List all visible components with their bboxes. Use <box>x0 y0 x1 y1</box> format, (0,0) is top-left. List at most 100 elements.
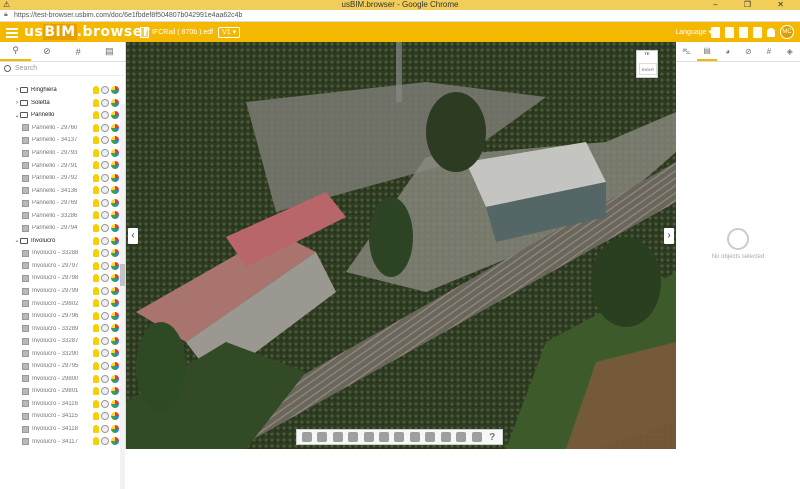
color-icon[interactable] <box>111 437 119 446</box>
color-icon[interactable] <box>111 236 119 245</box>
tree-item[interactable]: Involucro - 29795 <box>0 360 120 373</box>
avatar[interactable]: MC <box>780 25 794 39</box>
layers-icon[interactable] <box>711 26 720 38</box>
tab-model[interactable]: ⛍ <box>676 42 697 61</box>
visibility-icon[interactable] <box>101 261 109 270</box>
color-icon[interactable] <box>111 274 119 283</box>
color-icon[interactable] <box>111 336 119 345</box>
lightbulb-icon[interactable] <box>93 362 99 371</box>
tree-item[interactable]: Involucro - 34115 <box>0 410 120 423</box>
window-controls[interactable]: – ❐ ✕ <box>713 0 796 9</box>
lightbulb-icon[interactable] <box>93 86 99 94</box>
tree-item[interactable]: Involucro - 29802 <box>0 297 120 310</box>
documents-icon[interactable] <box>725 26 734 38</box>
tree-item[interactable]: Involucro - 33290 <box>0 347 120 360</box>
tree-item[interactable]: Involucro - 29797 <box>0 260 120 273</box>
tree-item[interactable]: Involucro - 29796 <box>0 310 120 323</box>
visibility-icon[interactable] <box>101 186 109 195</box>
tree-item[interactable]: Involucro - 34116 <box>0 398 120 411</box>
explode-icon[interactable] <box>363 432 374 442</box>
visibility-icon[interactable] <box>101 249 109 258</box>
lightbulb-icon[interactable] <box>93 236 99 245</box>
lightbulb-icon[interactable] <box>93 412 99 421</box>
visibility-icon[interactable] <box>101 324 109 333</box>
notifications-icon[interactable] <box>767 27 775 37</box>
lightbulb-icon[interactable] <box>93 211 99 220</box>
fullscreen-icon[interactable] <box>471 432 482 442</box>
lightbulb-icon[interactable] <box>93 336 99 345</box>
lightbulb-icon[interactable] <box>93 173 99 182</box>
lightbulb-icon[interactable] <box>93 324 99 333</box>
visibility-icon[interactable] <box>101 412 109 421</box>
menu-icon[interactable] <box>6 26 18 38</box>
version-select[interactable]: V1 ▾ <box>218 27 241 38</box>
color-icon[interactable] <box>111 249 119 258</box>
copy-icon[interactable] <box>440 432 451 442</box>
lightbulb-icon[interactable] <box>93 261 99 270</box>
3d-viewer[interactable]: ‹ › TE RIGHT ? <box>126 42 676 449</box>
edit-icon[interactable] <box>409 432 420 442</box>
color-icon[interactable] <box>111 387 119 396</box>
tree-item[interactable]: Involucro - 29801 <box>0 385 120 398</box>
viewcube-face-right[interactable]: RIGHT <box>639 63 657 75</box>
tree-scrollbar[interactable] <box>120 104 125 489</box>
visibility-icon[interactable] <box>101 437 109 446</box>
visibility-icon[interactable] <box>101 211 109 220</box>
visibility-icon[interactable] <box>101 136 109 145</box>
color-icon[interactable] <box>111 349 119 358</box>
lightbulb-icon[interactable] <box>93 111 99 120</box>
lightbulb-icon[interactable] <box>93 249 99 258</box>
color-icon[interactable] <box>111 148 119 157</box>
nav-right-button[interactable]: › <box>664 228 674 244</box>
url-text[interactable]: https://test-browser.usbim.com/doc/6e1fb… <box>14 12 242 19</box>
help-icon[interactable]: ? <box>487 432 497 443</box>
color-icon[interactable] <box>111 111 119 120</box>
visibility-icon[interactable] <box>101 236 109 245</box>
tab-properties[interactable]: # <box>759 42 780 61</box>
color-icon[interactable] <box>111 299 119 308</box>
visibility-icon[interactable] <box>101 173 109 182</box>
visibility-icon[interactable] <box>101 148 109 157</box>
visibility-icon[interactable] <box>101 274 109 283</box>
tree-item[interactable]: Pannello - 29793 <box>0 147 120 160</box>
color-icon[interactable] <box>111 374 119 383</box>
visibility-icon[interactable] <box>101 362 109 371</box>
tree-item[interactable]: Pannello - 29760 <box>0 122 120 135</box>
color-icon[interactable] <box>111 311 119 320</box>
tree-item[interactable]: Involucro - 29800 <box>0 373 120 386</box>
tree-item[interactable]: Involucro - 29799 <box>0 285 120 298</box>
visibility-icon[interactable] <box>101 336 109 345</box>
visibility-icon[interactable] <box>101 311 109 320</box>
tab-palette[interactable]: ◕ <box>717 42 738 61</box>
file-selector[interactable]: IFCRail ( 870b ).edf V1 ▾ <box>140 26 241 39</box>
color-icon[interactable] <box>111 261 119 270</box>
visibility-icon[interactable] <box>101 98 109 107</box>
color-icon[interactable] <box>111 186 119 195</box>
lightbulb-icon[interactable] <box>93 286 99 295</box>
lightbulb-icon[interactable] <box>93 274 99 283</box>
layers-icon[interactable] <box>348 432 359 442</box>
tree-item[interactable]: Pannello - 34137 <box>0 134 120 147</box>
visibility-icon[interactable] <box>101 198 109 207</box>
camera-icon[interactable] <box>301 432 312 442</box>
tree-folder[interactable]: ⌄ Involucro <box>0 235 120 248</box>
lightbulb-icon[interactable] <box>93 198 99 207</box>
color-icon[interactable] <box>111 173 119 182</box>
color-icon[interactable] <box>111 424 119 433</box>
tree-item[interactable]: Involucro - 34117 <box>0 435 120 448</box>
visibility-icon[interactable] <box>101 424 109 433</box>
search-input[interactable]: Search <box>0 62 125 76</box>
nav-left-button[interactable]: ‹ <box>128 228 138 244</box>
visibility-icon[interactable] <box>101 349 109 358</box>
lightbulb-icon[interactable] <box>93 299 99 308</box>
visibility-icon[interactable] <box>101 123 109 132</box>
section-icon[interactable] <box>332 432 343 442</box>
tree-item[interactable]: Pannello - 29794 <box>0 222 120 235</box>
tree-item[interactable]: Involucro - 33288 <box>0 247 120 260</box>
visibility-icon[interactable] <box>101 161 109 170</box>
target-icon[interactable] <box>425 432 436 442</box>
color-icon[interactable] <box>111 399 119 408</box>
lightbulb-icon[interactable] <box>93 186 99 195</box>
language-select[interactable]: Language ▾ <box>675 28 712 36</box>
grid-icon[interactable] <box>753 26 762 38</box>
